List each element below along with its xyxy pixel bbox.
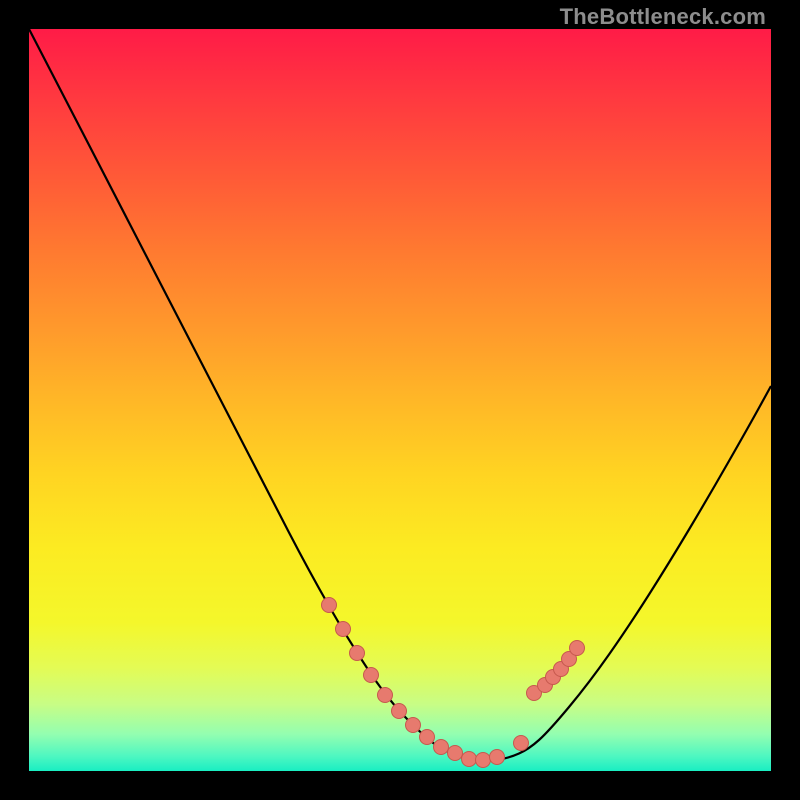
- bottleneck-curve: [29, 29, 771, 760]
- curve-marker: [570, 641, 585, 656]
- curve-marker: [462, 752, 477, 767]
- curve-marker: [476, 753, 491, 768]
- curve-marker: [392, 704, 407, 719]
- curve-marker: [448, 746, 463, 761]
- curve-marker: [364, 668, 379, 683]
- curve-marker: [322, 598, 337, 613]
- chart-frame: TheBottleneck.com: [0, 0, 800, 800]
- curve-marker: [406, 718, 421, 733]
- chart-overlay: [29, 29, 771, 771]
- curve-marker: [514, 736, 529, 751]
- curve-marker: [350, 646, 365, 661]
- curve-markers: [322, 598, 585, 768]
- curve-marker: [378, 688, 393, 703]
- curve-marker: [336, 622, 351, 637]
- curve-marker: [434, 740, 449, 755]
- curve-marker: [490, 750, 505, 765]
- curve-marker: [420, 730, 435, 745]
- chart-plot-area: [29, 29, 771, 771]
- watermark-text: TheBottleneck.com: [560, 4, 766, 30]
